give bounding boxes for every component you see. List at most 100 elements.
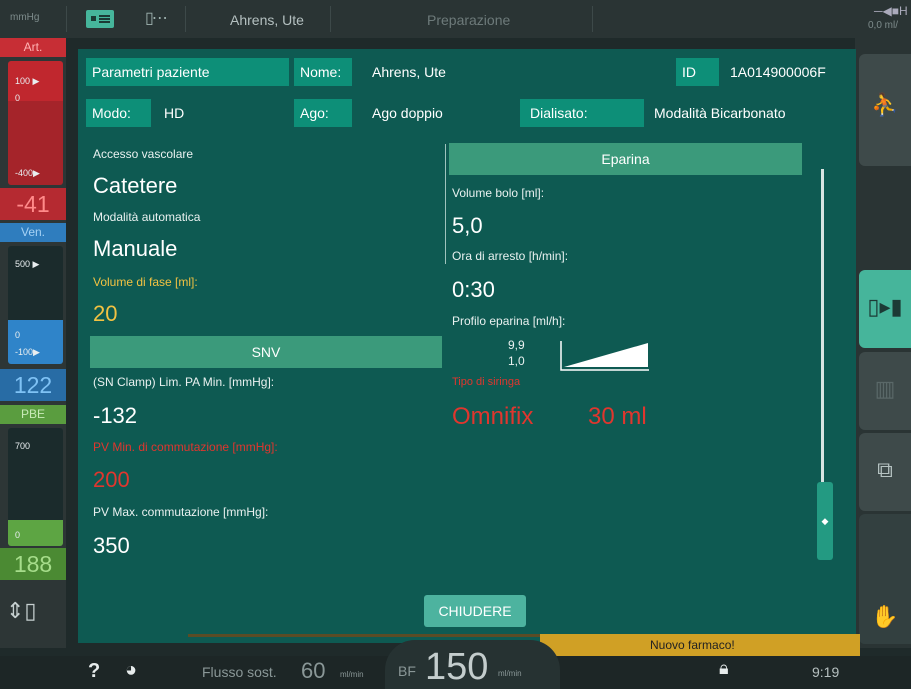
syringe-pump-icon: ─◀■H (874, 4, 908, 18)
patient-row-1: Parametri paziente Nome: Ahrens, Ute ID … (86, 58, 838, 86)
close-button[interactable]: CHIUDERE (424, 595, 526, 627)
bolus-label: Volume bolo [ml]: (452, 186, 545, 200)
subst-flow-value: 60 (301, 658, 326, 683)
scroll-track[interactable] (821, 169, 824, 489)
divider (592, 6, 593, 32)
patient-icon: ⛹ (871, 92, 899, 117)
venous-pressure: Ven. 500 ▶ 0 -100▶ 122 (0, 223, 66, 401)
venous-tick-bottom: -100▶ (15, 347, 40, 357)
scroll-thumb[interactable]: ◆ (817, 482, 833, 560)
divider (66, 6, 67, 32)
patient-parameters-dialog: Parametri paziente Nome: Ahrens, Ute ID … (78, 49, 856, 643)
params-label: Parametri paziente (86, 58, 289, 86)
needle-label: Ago: (294, 99, 352, 127)
stop-time-label: Ora di arresto [h/min]: (452, 249, 569, 263)
scroll-updown-icon[interactable]: ⇕▯ (6, 598, 37, 624)
alert-text: Nuovo farmaco! (650, 638, 735, 652)
subst-flow-unit: ml/min (340, 670, 364, 679)
snv-header: SNV (90, 336, 442, 368)
venous-value: 122 (0, 369, 66, 401)
pbe-tick-zero: 0 (15, 530, 21, 540)
tool-button-5[interactable]: ✋ (859, 514, 911, 644)
venous-tick-top: 500 ▶ (15, 259, 40, 269)
pv-min-value[interactable]: 200 (93, 467, 130, 493)
bf-label: BF (398, 663, 416, 679)
tool-button-3[interactable]: ▥ (859, 352, 911, 430)
pbe-value: 188 (0, 548, 66, 580)
divider (185, 6, 186, 32)
hand-icon: ✋ (871, 604, 899, 629)
heparin-button[interactable]: ▯▸▮ (859, 270, 911, 348)
vascular-access-value[interactable]: Catetere (93, 173, 177, 199)
profile-label: Profilo eparina [ml/h]: (452, 314, 566, 328)
lock-icon[interactable]: 🔒︎ (719, 658, 729, 679)
panel-divider (445, 144, 446, 264)
mode-value: HD (164, 105, 185, 121)
blood-flow-display[interactable]: BF 150 ml/min (385, 640, 560, 689)
bf-value: 150 (425, 646, 489, 688)
scroll-arrows-icon: ◆ (821, 516, 829, 526)
pv-min-label: PV Min. di commutazione [mmHg]: (93, 440, 278, 454)
auto-mode-value[interactable]: Manuale (93, 236, 177, 262)
arterial-label: Art. (0, 38, 66, 57)
new-drug-alert[interactable]: Nuovo farmaco! (540, 634, 860, 656)
arterial-value: -41 (0, 188, 66, 220)
vascular-access-label: Accesso vascolare (93, 147, 194, 161)
venous-label: Ven. (0, 223, 66, 242)
network-icon: ⧉ (877, 457, 893, 482)
pressure-column: Art. 100 ▶ 0 -400▶ -41 Ven. 500 ▶ 0 -100… (0, 38, 66, 648)
patient-name-header: Ahrens, Ute (230, 12, 304, 28)
phase-volume-label: Volume di fase [ml]: (93, 275, 198, 289)
pbe-pressure: PBE 700 0 188 (0, 405, 66, 580)
venous-tick-zero: 0 (15, 330, 21, 340)
syringe-rate: 0,0 ml/ (868, 20, 899, 31)
arterial-pressure: Art. 100 ▶ 0 -400▶ -41 (0, 38, 66, 220)
pa-min-value[interactable]: -132 (93, 403, 137, 429)
pa-min-label: (SN Clamp) Lim. PA Min. [mmHg]: (93, 375, 275, 389)
syringe-type-label: Tipo di siringa (452, 376, 521, 388)
therapy-phase: Preparazione (427, 12, 511, 28)
arterial-tick-zero: 0 (15, 93, 21, 103)
patient-connect-button[interactable]: ⛹ (859, 54, 911, 166)
bolus-value[interactable]: 5,0 (452, 213, 483, 239)
barcode-icon[interactable]: ▯⋯ (145, 8, 168, 28)
syringe-brand[interactable]: Omnifix (452, 403, 533, 431)
stop-time-value[interactable]: 0:30 (452, 277, 495, 303)
pbe-tick-top: 700 (15, 441, 31, 451)
auto-mode-label: Modalità automatica (93, 210, 201, 224)
mode-label: Modo: (86, 99, 151, 127)
bf-unit: ml/min (498, 669, 522, 678)
heparin-profile-graph[interactable] (560, 341, 650, 371)
id-label: ID (676, 58, 719, 86)
pv-max-value[interactable]: 350 (93, 533, 130, 559)
subst-flow-label: Flusso sost. (202, 664, 277, 680)
pressure-unit: mmHg (10, 12, 40, 23)
pv-max-label: PV Max. commutazione [mmHg]: (93, 505, 269, 519)
arterial-tick-bottom: -400▶ (15, 168, 40, 178)
profile-max: 9,9 (508, 338, 525, 352)
filter-icon: ▥ (874, 376, 896, 401)
right-tool-column: ⛹ ▯▸▮ ▥ ⧉ ✋ (855, 38, 911, 648)
phase-volume-value[interactable]: 20 (93, 301, 117, 327)
alert-strip-left (188, 634, 540, 637)
id-value: 1A014900006F (730, 64, 826, 80)
heparin-header: Eparina (449, 143, 802, 175)
clock-time: 9:19 (812, 664, 840, 680)
help-button[interactable]: ? (88, 660, 100, 683)
name-label: Nome: (294, 58, 352, 86)
tool-button-4[interactable]: ⧉ (859, 433, 911, 511)
dialysate-value: Modalità Bicarbonato (654, 105, 786, 121)
top-bar: mmHg ▯⋯ Ahrens, Ute Preparazione ─◀■H 0,… (0, 0, 911, 38)
syringe-size[interactable]: 30 ml (588, 403, 647, 431)
syringe-icon: ▯▸▮ (867, 294, 903, 319)
patient-row-2: Modo: HD Ago: Ago doppio Dialisato: Moda… (86, 99, 838, 127)
divider (330, 6, 331, 32)
clock-icon[interactable]: ◕ (125, 659, 137, 682)
dialysate-label: Dialisato: (520, 99, 644, 127)
patient-card-icon[interactable] (86, 10, 114, 28)
needle-value: Ago doppio (372, 105, 443, 121)
name-value: Ahrens, Ute (372, 64, 446, 80)
profile-min: 1,0 (508, 354, 525, 368)
arterial-tick-top: 100 ▶ (15, 76, 40, 86)
pbe-label: PBE (0, 405, 66, 424)
